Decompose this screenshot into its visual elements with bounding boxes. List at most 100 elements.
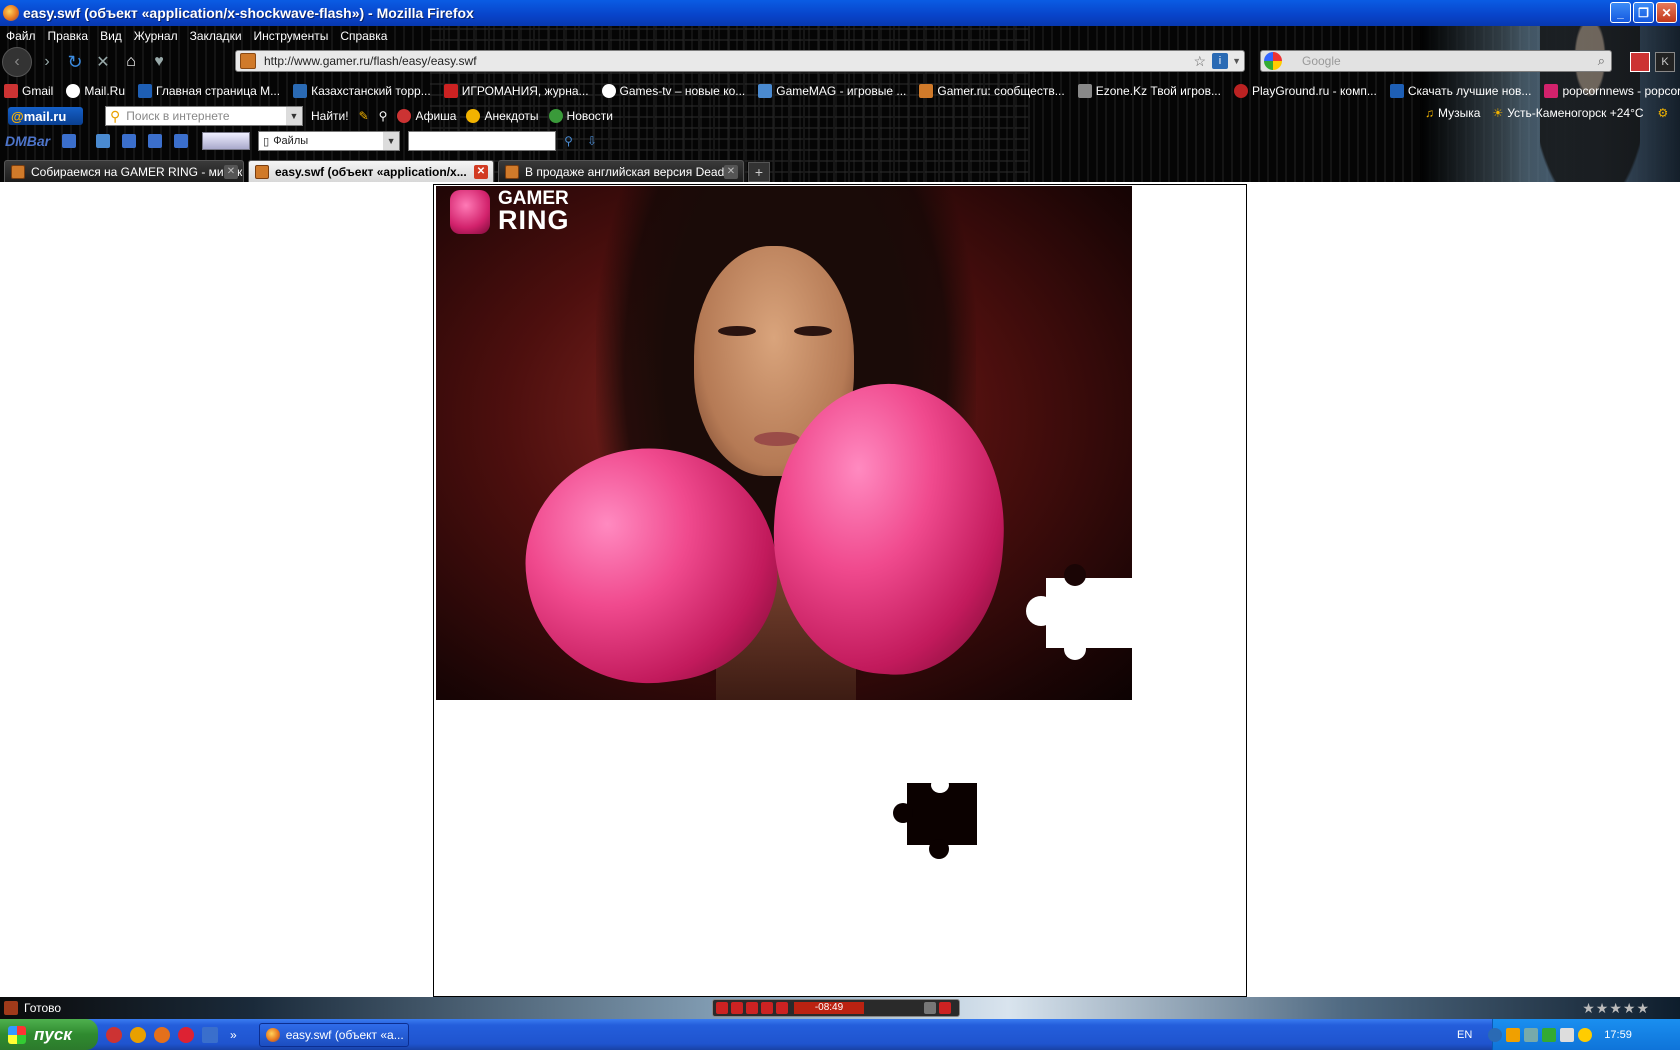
bookmark-kz-torrent[interactable]: Казахстанский торр... — [289, 84, 431, 98]
dm-user-icon[interactable] — [62, 134, 77, 148]
close-tab-icon[interactable]: ✕ — [724, 164, 738, 179]
search-icon[interactable]: ⌕ — [1598, 53, 1605, 69]
bookmark-gamemag[interactable]: GameMAG - игровые ... — [754, 84, 906, 98]
dm-tools-icon[interactable] — [174, 134, 189, 148]
menu-tools[interactable]: Инструменты — [248, 29, 335, 43]
bookmark-main-page[interactable]: Главная страница М... — [134, 84, 280, 98]
stop-button[interactable]: ✕ — [90, 49, 116, 75]
back-icon[interactable] — [1488, 1027, 1503, 1042]
prev-icon[interactable] — [761, 1002, 773, 1014]
close-tab-icon[interactable]: ✕ — [474, 164, 488, 179]
start-button[interactable]: пуск — [0, 1019, 98, 1050]
addon-button[interactable]: ♥ — [146, 49, 172, 75]
network-icon[interactable] — [1524, 1027, 1539, 1042]
menu-view[interactable]: Вид — [94, 29, 128, 43]
minimize-button[interactable]: _ — [1610, 2, 1631, 23]
google-icon[interactable] — [1264, 52, 1282, 70]
chevron-down-icon[interactable]: ▼ — [383, 132, 400, 150]
rating-stars[interactable]: ★★★★★ — [1582, 1000, 1650, 1017]
music-icon[interactable]: ♫ — [1425, 106, 1434, 120]
bookmark-popcornnews[interactable]: popcornnews - popcor... — [1540, 84, 1680, 98]
power-icon[interactable] — [1578, 1027, 1593, 1042]
bookmark-download[interactable]: Скачать лучшие нов... — [1386, 84, 1531, 98]
menu-file[interactable]: Файл — [0, 29, 42, 43]
dmbar-logo[interactable]: DMBar — [5, 133, 50, 149]
bookmark-mailru[interactable]: Mail.Ru — [62, 84, 125, 98]
firefox-icon[interactable] — [154, 1026, 170, 1043]
close-button[interactable]: ✕ — [1656, 2, 1677, 23]
play-icon[interactable] — [716, 1002, 728, 1014]
bookmark-playground[interactable]: PlayGround.ru - комп... — [1230, 84, 1377, 98]
search-icon[interactable]: ⚲ — [564, 134, 573, 148]
taskbar: пуск » easy.swf (объект «а... EN 17:59 — [0, 1019, 1680, 1050]
address-bar[interactable]: http://www.gamer.ru/flash/easy/easy.swf … — [235, 50, 1245, 72]
mailru-item-afisha[interactable]: Афиша — [397, 109, 456, 123]
zoom-icon[interactable]: ⚲ — [379, 109, 388, 123]
bookmark-ezone[interactable]: Ezone.Kz Твой игров... — [1074, 84, 1221, 98]
info-icon[interactable]: i — [1212, 53, 1228, 69]
mailru-search-input[interactable]: ⚲ Поиск в интернете ▼ — [105, 106, 303, 126]
search-box[interactable]: Google ⌕ — [1260, 50, 1612, 72]
dm-search-input[interactable] — [408, 131, 557, 151]
app-icon[interactable] — [178, 1026, 194, 1043]
puzzle-piece[interactable] — [893, 777, 977, 859]
menu-bookmarks[interactable]: Закладки — [184, 29, 248, 43]
puzzle-photo[interactable]: GAMER RING — [436, 186, 1132, 700]
forward-button[interactable]: › — [34, 49, 60, 75]
menu-edit[interactable]: Правка — [42, 29, 95, 43]
bookmark-star-icon[interactable]: ☆ — [1193, 53, 1206, 70]
flash-stage[interactable]: GAMER RING — [433, 184, 1247, 997]
bookmark-gmail[interactable]: Gmail — [0, 84, 53, 98]
calendar-icon[interactable] — [202, 1026, 218, 1043]
menu-history[interactable]: Журнал — [128, 29, 184, 43]
language-indicator[interactable]: EN — [1457, 1029, 1472, 1041]
dm-home-icon[interactable] — [148, 134, 163, 148]
mailru-item-news[interactable]: Новости — [548, 109, 613, 123]
back-button[interactable]: ‹ — [2, 47, 32, 77]
dm-field[interactable] — [202, 132, 251, 150]
music-label[interactable]: Музыка — [1438, 106, 1480, 120]
new-tab-button[interactable]: + — [748, 162, 770, 182]
reload-button[interactable]: ↻ — [62, 49, 88, 75]
bookmark-games-tv[interactable]: Games-tv – новые ко... — [598, 84, 745, 98]
download-icon[interactable]: ⇩ — [587, 134, 597, 148]
dm-share-icon[interactable] — [122, 134, 137, 148]
clock[interactable]: 17:59 — [1604, 1029, 1632, 1041]
aim-icon[interactable] — [130, 1026, 146, 1043]
quicklaunch-overflow[interactable]: » — [230, 1028, 237, 1042]
pg-icon — [1233, 84, 1248, 98]
mailru-logo[interactable]: @ mail.ru — [8, 107, 83, 125]
flag-icon[interactable] — [1560, 1027, 1575, 1042]
app-tray-icon[interactable] — [1542, 1027, 1557, 1042]
tab-gamer-ring[interactable]: Собираемся на GAMER RING - минико... ✕ — [4, 160, 244, 182]
find-button[interactable]: Найти! — [311, 109, 349, 123]
pause-icon[interactable] — [731, 1002, 743, 1014]
bookmark-gamer-ru[interactable]: Gamer.ru: сообществ... — [915, 84, 1065, 98]
dm-select[interactable]: ▯ Файлы ▼ — [258, 131, 401, 151]
edit-icon[interactable]: ✎ — [359, 109, 369, 123]
media-player[interactable]: -08:49 — [712, 999, 960, 1017]
maximize-button[interactable]: ❐ — [1633, 2, 1654, 23]
taskbar-firefox-window[interactable]: easy.swf (объект «а... — [258, 1022, 409, 1047]
media-icon[interactable] — [1506, 1027, 1521, 1042]
close-tab-icon[interactable]: ✕ — [224, 164, 238, 179]
volume-icon[interactable] — [924, 1002, 936, 1014]
player-close-icon[interactable] — [939, 1002, 951, 1014]
dm-add-icon[interactable] — [96, 134, 111, 148]
addon-icon[interactable] — [1630, 52, 1650, 72]
tab-dead-english[interactable]: В продаже английская версия Dead ... ✕ — [498, 160, 744, 182]
chevron-down-icon[interactable]: ▼ — [1232, 56, 1241, 66]
bookmark-igromania[interactable]: ИГРОМАНИЯ, журна... — [440, 84, 589, 98]
chevron-down-icon[interactable]: ▼ — [286, 107, 302, 125]
k-icon[interactable]: K — [1655, 52, 1675, 72]
weather-label[interactable]: Усть-Каменогорск +24°C — [1507, 106, 1643, 120]
tab-easy-swf[interactable]: easy.swf (объект «application/x... ✕ — [248, 160, 494, 182]
opera-icon[interactable] — [106, 1026, 122, 1043]
window-controls: _ ❐ ✕ — [1610, 2, 1677, 23]
menu-help[interactable]: Справка — [334, 29, 393, 43]
stop-icon[interactable] — [746, 1002, 758, 1014]
gear-icon[interactable]: ⚙ — [1658, 106, 1669, 120]
next-icon[interactable] — [776, 1002, 788, 1014]
home-button[interactable]: ⌂ — [118, 49, 144, 75]
mailru-item-jokes[interactable]: Анекдоты — [466, 109, 539, 123]
